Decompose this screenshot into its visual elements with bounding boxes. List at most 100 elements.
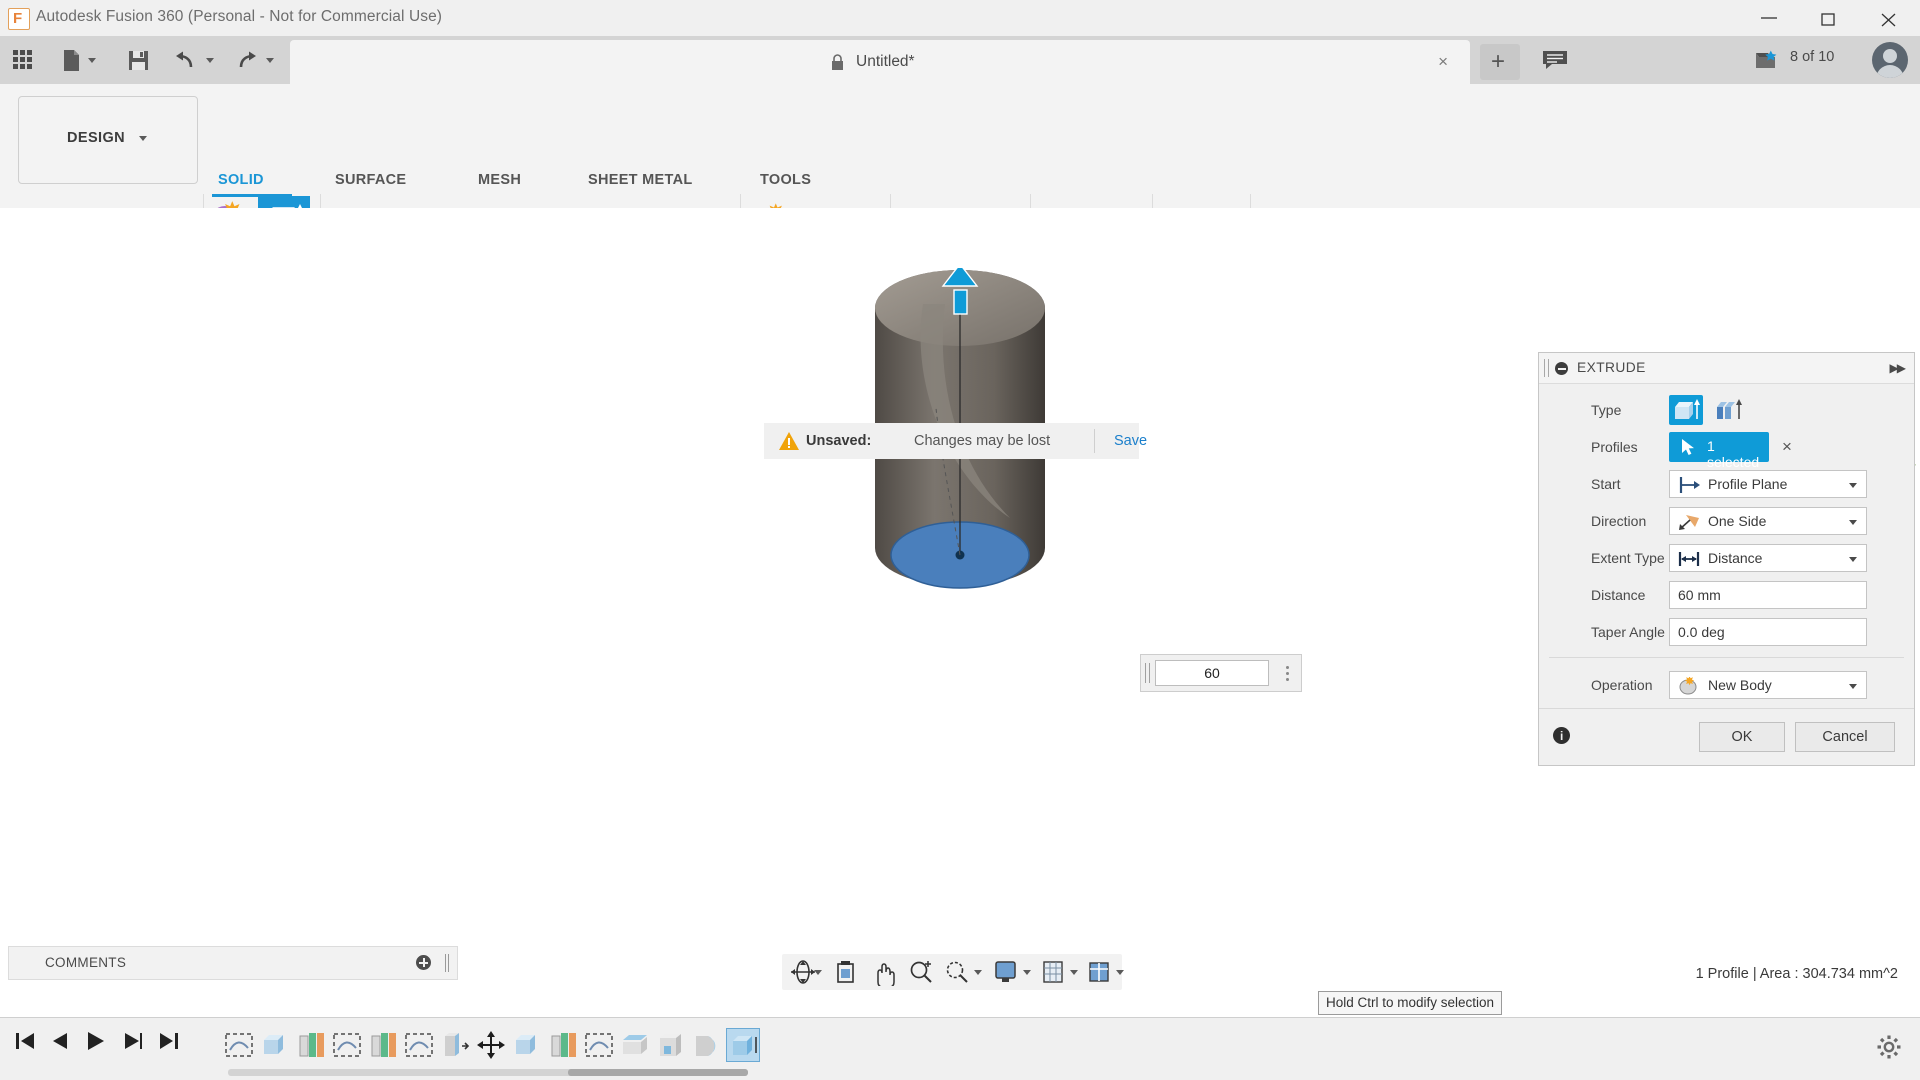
cancel-button[interactable]: Cancel	[1795, 722, 1895, 752]
double-right-arrow-icon[interactable]: ▶▶	[1890, 361, 1904, 375]
close-window-button[interactable]	[1860, 0, 1920, 36]
taper-angle-label: Taper Angle	[1591, 624, 1665, 640]
zoom-button[interactable]	[906, 958, 938, 986]
timeline-scrollbar-thumb[interactable]	[568, 1069, 748, 1076]
comment-icon[interactable]	[1534, 47, 1578, 75]
orbit-button[interactable]	[786, 958, 824, 986]
unsaved-label: Unsaved:	[806, 433, 871, 449]
row-profiles: Profiles 1 selected ×	[1539, 429, 1914, 466]
dimension-input[interactable]	[1155, 660, 1269, 686]
tab-sheet-metal[interactable]: SHEET METAL	[588, 172, 693, 188]
display-settings-button[interactable]	[990, 958, 1034, 986]
sketch-feature[interactable]	[222, 1028, 256, 1062]
extrude-feature[interactable]	[258, 1028, 292, 1062]
plus-circle-icon[interactable]	[416, 955, 431, 970]
dialog-divider	[1549, 657, 1904, 658]
workspace-label: DESIGN	[67, 130, 125, 146]
ok-button[interactable]: OK	[1699, 722, 1785, 752]
step-back-button[interactable]	[48, 1030, 70, 1057]
undo-icon[interactable]	[172, 46, 224, 74]
chevron-down-icon[interactable]	[1849, 520, 1857, 525]
move-feature[interactable]	[474, 1028, 508, 1062]
navigation-bar	[782, 954, 1122, 990]
chevron-down-icon[interactable]	[1849, 684, 1857, 689]
thin-extrude-icon[interactable]	[1711, 395, 1745, 425]
dimension-options-icon[interactable]	[1286, 663, 1289, 684]
start-dropdown[interactable]: Profile Plane	[1669, 470, 1867, 498]
document-tab-name: Untitled*	[856, 53, 915, 71]
sweep-feature[interactable]	[690, 1028, 724, 1062]
sketch-feature[interactable]	[330, 1028, 364, 1062]
profiles-selection-button[interactable]: 1 selected	[1669, 432, 1769, 462]
direction-value: One Side	[1708, 513, 1766, 529]
file-icon[interactable]	[58, 46, 110, 74]
profiles-label: Profiles	[1591, 439, 1638, 455]
timeline-scrollbar[interactable]	[228, 1069, 748, 1076]
redo-icon[interactable]	[232, 46, 284, 74]
direction-label: Direction	[1591, 513, 1646, 529]
play-button[interactable]	[84, 1030, 106, 1057]
clear-profiles-button[interactable]: ×	[1782, 437, 1792, 457]
sketch-feature[interactable]	[402, 1028, 436, 1062]
operation-dropdown[interactable]: New Body	[1669, 671, 1867, 699]
title-bar: F Autodesk Fusion 360 (Personal - Not fo…	[0, 0, 1920, 36]
maximize-button[interactable]	[1800, 0, 1860, 36]
distance-icon	[1678, 550, 1702, 573]
row-start: Start Profile Plane	[1539, 466, 1914, 503]
tab-solid[interactable]: SOLID	[218, 172, 264, 188]
zoom-window-button[interactable]	[942, 958, 986, 986]
loft-feature[interactable]	[654, 1028, 688, 1062]
plane-feature[interactable]	[546, 1028, 580, 1062]
viewports-button[interactable]	[1084, 958, 1128, 986]
plane-feature[interactable]	[294, 1028, 328, 1062]
look-at-button[interactable]	[830, 958, 862, 986]
solid-extrude-icon[interactable]	[1669, 395, 1703, 425]
save-icon[interactable]	[122, 46, 156, 74]
dialog-drag-grip[interactable]	[1544, 359, 1549, 377]
step-forward-button[interactable]	[122, 1030, 144, 1057]
jobs-icon[interactable]	[1750, 47, 1788, 75]
direction-dropdown[interactable]: One Side	[1669, 507, 1867, 535]
extrude-feature[interactable]	[510, 1028, 544, 1062]
extrude-dialog-body: Type	[1539, 384, 1914, 708]
extrude-dialog: EXTRUDE ▶▶ Type	[1538, 352, 1915, 766]
new-document-tab-button[interactable]: +	[1480, 44, 1520, 80]
taper-angle-input[interactable]: 0.0 deg	[1669, 618, 1867, 646]
grid-snaps-button[interactable]	[1038, 958, 1082, 986]
app-grid-icon[interactable]	[8, 46, 42, 74]
revolve-feature[interactable]	[438, 1028, 472, 1062]
minus-circle-icon[interactable]	[1555, 362, 1568, 375]
extrude-dialog-header[interactable]: EXTRUDE ▶▶	[1539, 353, 1914, 384]
tab-tools[interactable]: TOOLS	[760, 172, 811, 188]
info-icon[interactable]: i	[1553, 727, 1570, 744]
go-to-end-button[interactable]	[158, 1030, 180, 1057]
plane-feature[interactable]	[366, 1028, 400, 1062]
close-document-tab-button[interactable]: ×	[1438, 52, 1448, 72]
sketch-feature[interactable]	[582, 1028, 616, 1062]
distance-input[interactable]: 60 mm	[1669, 581, 1867, 609]
start-value: Profile Plane	[1708, 476, 1787, 492]
go-to-beginning-button[interactable]	[14, 1030, 36, 1057]
unsaved-banner: Unsaved: Changes may be lost Save	[764, 423, 1139, 459]
extent-type-dropdown[interactable]: Distance	[1669, 544, 1867, 572]
minimize-button[interactable]	[1740, 0, 1800, 36]
chevron-down-icon[interactable]	[1849, 483, 1857, 488]
shell-feature[interactable]	[618, 1028, 652, 1062]
comments-panel[interactable]: COMMENTS	[8, 946, 458, 980]
document-tab[interactable]: Untitled* ×	[290, 40, 1470, 84]
row-distance: Distance 60 mm	[1539, 577, 1914, 614]
extrude-feature[interactable]	[726, 1028, 760, 1062]
save-link[interactable]: Save	[1114, 433, 1147, 449]
avatar[interactable]	[1872, 42, 1908, 78]
chevron-down-icon[interactable]	[1849, 557, 1857, 562]
extrude-dialog-footer: i OK Cancel	[1539, 708, 1914, 765]
start-label: Start	[1591, 476, 1621, 492]
pan-button[interactable]	[868, 958, 900, 986]
tab-mesh[interactable]: MESH	[478, 172, 521, 188]
dimension-input-box[interactable]	[1140, 654, 1302, 692]
comments-resize-grip[interactable]	[445, 954, 449, 972]
dimension-input-grip[interactable]	[1145, 663, 1150, 683]
tab-surface[interactable]: SURFACE	[335, 172, 406, 188]
workspace-selector[interactable]: DESIGN	[18, 96, 198, 184]
gear-icon[interactable]	[1876, 1034, 1902, 1065]
